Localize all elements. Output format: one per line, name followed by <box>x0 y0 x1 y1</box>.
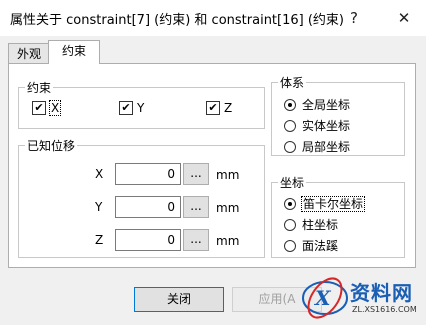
radio-circle-icon <box>284 239 296 252</box>
svg-text:X: X <box>313 286 332 310</box>
coord-normal-radio[interactable]: 面法蹊 <box>284 237 338 253</box>
axis-label-x: X <box>95 167 104 181</box>
tab-constraint[interactable]: 约束 <box>48 40 100 64</box>
unit-label: mm <box>216 168 240 182</box>
watermark-name: 资料网 <box>350 281 413 305</box>
close-button[interactable]: 关闭 <box>134 287 224 312</box>
radio-circle-icon <box>284 140 296 153</box>
close-window-button[interactable]: ✕ <box>392 7 416 29</box>
checkmark-icon: ✔ <box>32 100 46 115</box>
watermark-logo: X 资料网 ZL.XS1616.COM <box>300 272 426 322</box>
radio-label: 面法蹊 <box>302 239 339 253</box>
constraint-tab-panel: 约束 ✔ X ✔ Y ✔ Z 已知位移 X 0 ... mm Y 0 ... mm Z… <box>8 63 416 268</box>
radio-label: 实体坐标 <box>302 119 351 133</box>
checkbox-label: Z <box>224 100 233 115</box>
constraint-x-checkbox[interactable]: ✔ X <box>32 99 62 116</box>
watermark-url: ZL.XS1616.COM <box>352 305 417 314</box>
displacement-y-browse-button[interactable]: ... <box>183 196 209 218</box>
coordinate-group-title: 坐标 <box>280 176 305 190</box>
checkbox-label: Y <box>137 100 145 115</box>
radio-circle-icon <box>284 119 296 132</box>
radio-label: 柱坐标 <box>302 218 339 232</box>
checkmark-icon: ✔ <box>119 100 133 115</box>
radio-label: 全局坐标 <box>302 98 351 112</box>
coord-cartesian-radio[interactable]: 笛卡尔坐标 <box>284 195 366 212</box>
displacement-x-input[interactable]: 0 <box>115 163 181 185</box>
system-global-radio[interactable]: 全局坐标 <box>284 96 350 112</box>
radio-dot-icon <box>284 98 296 111</box>
title-bar: 属性关于 constraint[7] (约束) 和 constraint[16]… <box>0 0 426 36</box>
displacement-group-title: 已知位移 <box>27 139 76 153</box>
axis-label-y: Y <box>95 200 103 214</box>
help-button[interactable]: ? <box>342 7 366 29</box>
radio-label: 局部坐标 <box>302 140 351 154</box>
displacement-z-browse-button[interactable]: ... <box>183 229 209 251</box>
constraint-z-checkbox[interactable]: ✔ Z <box>206 100 232 116</box>
radio-dot-icon <box>284 197 296 210</box>
displacement-y-input[interactable]: 0 <box>115 196 181 218</box>
coord-cylindrical-radio[interactable]: 柱坐标 <box>284 216 338 232</box>
axis-label-z: Z <box>95 233 104 247</box>
displacement-x-browse-button[interactable]: ... <box>183 163 209 185</box>
system-group-title: 体系 <box>280 76 305 90</box>
unit-label: mm <box>216 201 240 215</box>
checkmark-icon: ✔ <box>206 100 220 115</box>
window-title: 属性关于 constraint[7] (约束) 和 constraint[16]… <box>10 13 344 28</box>
constraint-group-title: 约束 <box>27 81 52 95</box>
radio-label: 笛卡尔坐标 <box>300 196 366 212</box>
checkbox-label: X <box>48 99 62 116</box>
constraint-y-checkbox[interactable]: ✔ Y <box>119 100 144 116</box>
system-solid-radio[interactable]: 实体坐标 <box>284 117 350 133</box>
radio-circle-icon <box>284 218 296 231</box>
displacement-z-input[interactable]: 0 <box>115 229 181 251</box>
system-local-radio[interactable]: 局部坐标 <box>284 138 350 154</box>
unit-label: mm <box>216 234 240 248</box>
tab-appearance[interactable]: 外观 <box>8 43 50 65</box>
